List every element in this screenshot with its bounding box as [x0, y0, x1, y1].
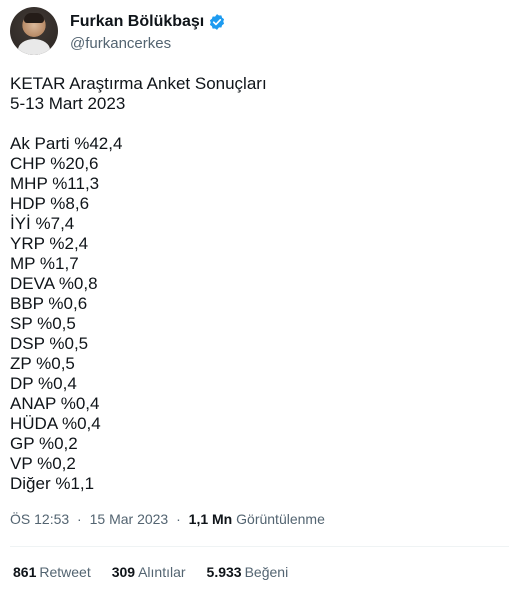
avatar[interactable] — [10, 7, 58, 55]
author-handle[interactable]: @furkancerkes — [70, 35, 226, 52]
result-line: BBP %0,6 — [10, 294, 88, 313]
tweet-stats: 861 Retweet 309 Alıntılar 5.933 Beğeni — [13, 564, 309, 580]
retweets-label: Retweet — [39, 564, 91, 580]
tweet-date[interactable]: 15 Mar 2023 — [90, 511, 169, 527]
tweet-card: Furkan Bölükbaşı @furkancerkes KETAR Ara… — [0, 0, 509, 594]
result-line: MP %1,7 — [10, 254, 79, 273]
author-names: Furkan Bölükbaşı @furkancerkes — [70, 11, 226, 52]
meta-separator: · — [176, 511, 181, 527]
result-line: HÜDA %0,4 — [10, 414, 101, 433]
retweets-count: 861 — [13, 564, 37, 580]
result-line: VP %0,2 — [10, 454, 76, 473]
views-count: 1,1 Mn — [188, 511, 233, 527]
likes-stat[interactable]: 5.933 Beğeni — [207, 564, 289, 580]
author-display-name[interactable]: Furkan Bölükbaşı — [70, 13, 204, 31]
avatar-hair — [24, 13, 44, 23]
result-line: İYİ %7,4 — [10, 214, 75, 233]
views-label: Görüntülenme — [236, 511, 325, 527]
tweet-time[interactable]: ÖS 12:53 — [10, 511, 69, 527]
quotes-label: Alıntılar — [138, 564, 186, 580]
quotes-count: 309 — [111, 564, 136, 580]
meta-separator: · — [77, 511, 82, 527]
result-line: YRP %2,4 — [10, 234, 89, 253]
result-line: ANAP %0,4 — [10, 394, 100, 413]
result-line: CHP %20,6 — [10, 154, 99, 173]
divider — [10, 546, 509, 547]
verified-badge-icon — [208, 13, 226, 31]
result-line: ZP %0,5 — [10, 354, 75, 373]
tweet-text: KETAR Araştırma Anket Sonuçları 5-13 Mar… — [10, 74, 267, 494]
tweet-date-line: 5-13 Mart 2023 — [10, 94, 126, 113]
result-line: DP %0,4 — [10, 374, 77, 393]
result-line: MHP %11,3 — [10, 174, 100, 193]
likes-count: 5.933 — [206, 564, 242, 580]
result-line: DSP %0,5 — [10, 334, 89, 353]
result-line: GP %0,2 — [10, 434, 78, 453]
result-line: Diğer %1,1 — [10, 474, 95, 493]
likes-label: Beğeni — [244, 564, 289, 580]
name-row: Furkan Bölükbaşı — [70, 11, 226, 33]
avatar-shirt — [18, 39, 50, 55]
result-line: SP %0,5 — [10, 314, 76, 333]
retweets-stat[interactable]: 861 Retweet — [13, 564, 91, 580]
tweet-title-line: KETAR Araştırma Anket Sonuçları — [10, 74, 267, 93]
result-line: DEVA %0,8 — [10, 274, 98, 293]
quotes-stat[interactable]: 309 Alıntılar — [112, 564, 186, 580]
result-line: Ak Parti %42,4 — [10, 134, 123, 153]
tweet-meta: ÖS 12:53 · 15 Mar 2023 · 1,1 Mn Görüntül… — [10, 511, 325, 527]
result-line: HDP %8,6 — [10, 194, 90, 213]
tweet-header: Furkan Bölükbaşı @furkancerkes — [10, 7, 226, 55]
